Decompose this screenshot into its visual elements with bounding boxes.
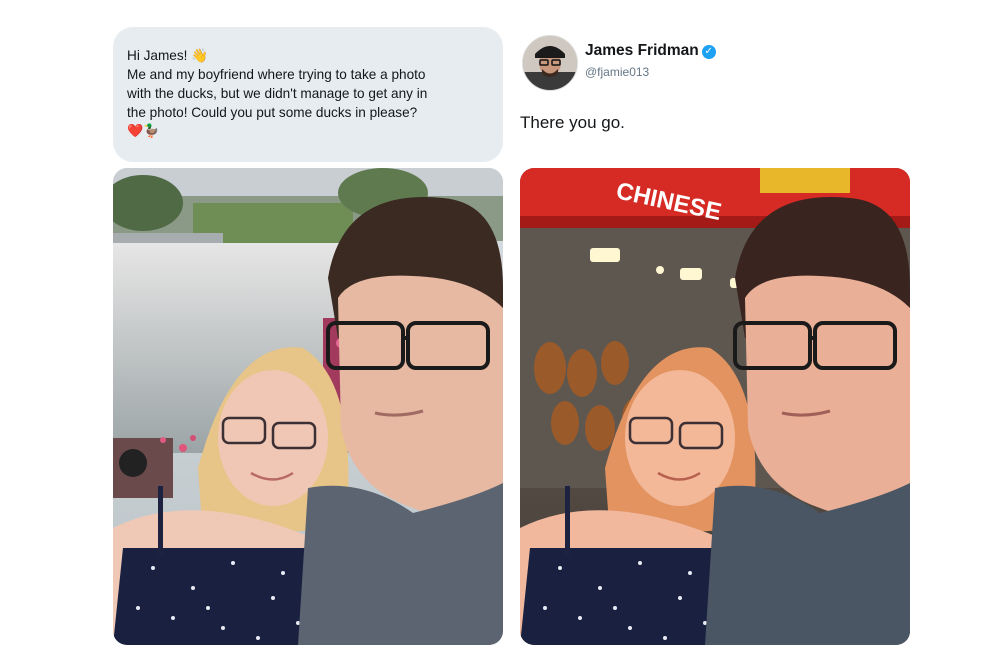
message-line-3: the photo! Could you put some ducks in p…	[127, 105, 418, 120]
avatar[interactable]	[522, 35, 578, 91]
display-name[interactable]: James Fridman ✓	[585, 42, 716, 60]
verified-icon: ✓	[701, 45, 716, 59]
message-bubble: Hi James! 👋 Me and my boyfriend where tr…	[113, 27, 503, 162]
message-line-1: Me and my boyfriend where trying to take…	[127, 67, 426, 82]
original-photo	[113, 168, 503, 645]
edited-photo: CHINESE	[520, 168, 910, 645]
message-emojis: ❤️🦆	[127, 123, 160, 138]
message-greeting: Hi James! 👋	[127, 48, 209, 63]
reply-text: There you go.	[520, 113, 625, 132]
display-name-text[interactable]: James Fridman	[585, 42, 699, 59]
message-line-2: with the ducks, but we didn't manage to …	[127, 86, 428, 101]
handle[interactable]: @fjamie013	[585, 65, 649, 79]
